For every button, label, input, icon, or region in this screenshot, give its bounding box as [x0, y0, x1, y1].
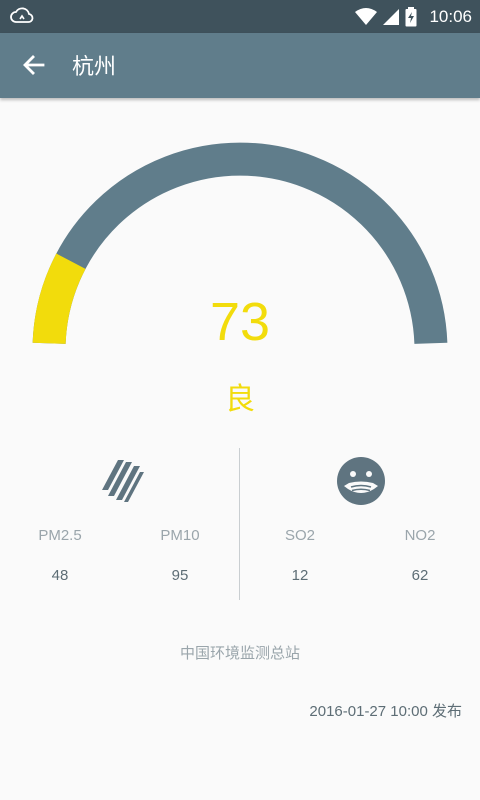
- pollutant-value: 12: [291, 567, 309, 584]
- page-title: 杭州: [72, 55, 117, 80]
- status-icons: 10:06: [355, 0, 472, 33]
- publish-time: 2016-01-27 10:00 发布: [309, 703, 462, 720]
- pollutant-pm25: PM2.5 48: [0, 526, 120, 586]
- status-time: 10:06: [429, 6, 472, 26]
- data-source: 中国环境监测总站: [179, 644, 300, 662]
- back-arrow-icon[interactable]: [20, 51, 48, 79]
- status-bar: 10:06: [0, 0, 480, 33]
- pollutant-name: PM2.5: [38, 527, 82, 544]
- pollutant-value: 62: [411, 567, 429, 584]
- particulate-icon: [102, 460, 144, 502]
- pollutant-value: 48: [51, 567, 69, 584]
- mask-face-icon: [337, 457, 385, 505]
- app-bar: 杭州: [0, 33, 480, 98]
- wifi-icon: [355, 7, 378, 25]
- battery-charging-icon: [405, 6, 417, 26]
- pollutant-value: 95: [171, 567, 189, 584]
- pollutant-name: SO2: [284, 527, 315, 544]
- pollutant-name: NO2: [404, 527, 436, 544]
- aqi-level: 良: [225, 382, 255, 417]
- signal-icon: [383, 8, 400, 25]
- pollutant-name: PM10: [160, 527, 200, 544]
- cloud-sync-icon: [10, 7, 34, 23]
- aqi-value: 73: [209, 292, 271, 352]
- pollutant-pm10: PM10 95: [120, 526, 240, 586]
- pollutant-so2: SO2 12: [240, 526, 360, 586]
- pollutant-no2: NO2 62: [360, 526, 480, 586]
